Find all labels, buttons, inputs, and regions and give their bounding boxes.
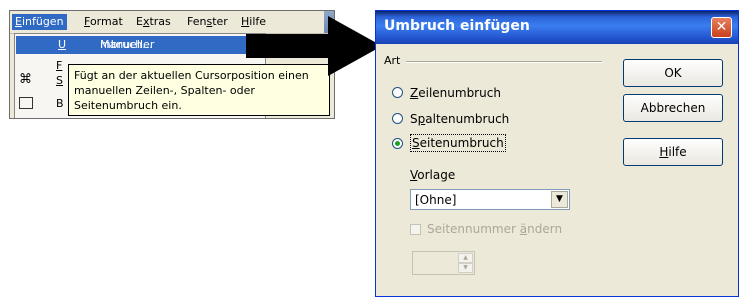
- menu-item-partial-b[interactable]: B: [56, 95, 64, 113]
- radio-button[interactable]: [392, 87, 403, 98]
- radio-label: Zeilenumbruch: [410, 86, 501, 100]
- close-button[interactable]: ✕: [711, 17, 732, 38]
- page-number-checkbox: [410, 224, 421, 235]
- radio-button[interactable]: [392, 138, 403, 149]
- ok-button[interactable]: OK: [623, 59, 723, 87]
- style-select-value: [Ohne]: [415, 193, 457, 207]
- page-number-spinfield: ▲ ▼: [412, 251, 475, 275]
- menu-format[interactable]: Format: [81, 14, 126, 30]
- page-number-input: [414, 253, 456, 273]
- group-label-type: Art: [384, 54, 401, 67]
- title-bar[interactable]: Umbruch einfügen ✕: [376, 11, 738, 44]
- command-icon: ⌘: [19, 72, 32, 87]
- menu-einfuegen[interactable]: Einfügen: [12, 14, 67, 30]
- style-select[interactable]: [Ohne] ▼: [410, 189, 570, 210]
- help-button[interactable]: Hilfe: [623, 138, 723, 166]
- close-icon: ✕: [715, 19, 728, 35]
- style-label: Vorlage: [410, 168, 456, 182]
- menu-item-partial-s[interactable]: S: [56, 72, 63, 90]
- insert-break-dialog: Umbruch einfügen ✕ Art Zeilenumbruch Spa…: [375, 10, 739, 297]
- table-icon: [19, 97, 33, 109]
- radio-button[interactable]: [392, 113, 403, 124]
- cancel-button[interactable]: Abbrechen: [623, 94, 723, 122]
- menu-fenster[interactable]: Fenster: [184, 14, 231, 30]
- dialog-body: Art Zeilenumbruch Spaltenumbruch Seitenu…: [380, 44, 732, 292]
- page-number-label: Seitennummer ändern: [427, 222, 563, 236]
- dialog-title: Umbruch einfügen: [384, 18, 530, 34]
- spin-down-icon: ▼: [458, 263, 473, 273]
- menu-extras[interactable]: Extras: [133, 14, 174, 30]
- tooltip-line: manuellen Zeilen-, Spalten- oder: [74, 84, 255, 97]
- chevron-down-icon[interactable]: ▼: [551, 191, 568, 208]
- group-separator: [406, 61, 602, 63]
- spin-up-icon: ▲: [458, 253, 473, 263]
- tooltip-line: Seitenumbruch ein.: [74, 99, 182, 112]
- arrow-icon: [246, 16, 382, 76]
- radio-label: Spaltenumbruch: [410, 112, 510, 126]
- menu-item-manual-break[interactable]: Manueller Umbruch...: [16, 36, 248, 54]
- radio-label: Seitenumbruch: [410, 134, 506, 152]
